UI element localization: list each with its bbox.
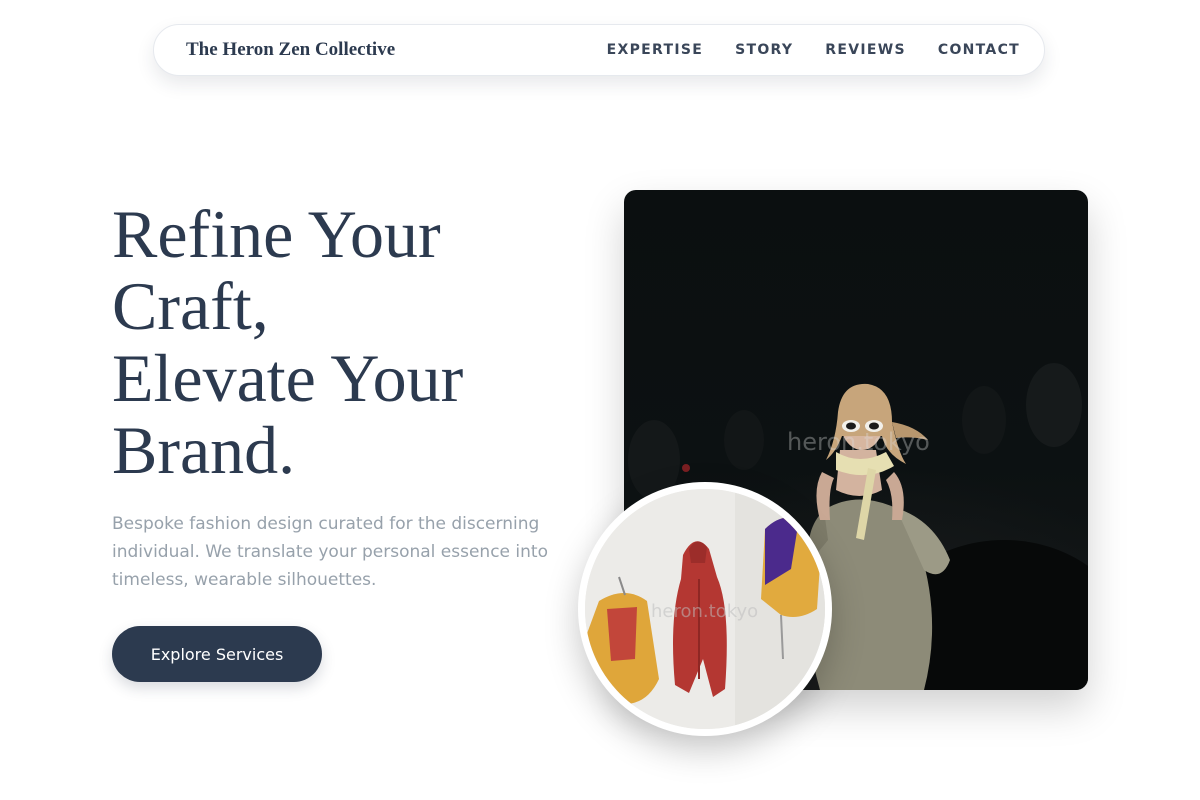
brand-name[interactable]: The Heron Zen Collective (186, 39, 395, 61)
explore-services-button[interactable]: Explore Services (112, 626, 322, 682)
hero-title-line: Refine Your (112, 196, 441, 272)
nav-link-contact[interactable]: CONTACT (938, 42, 1020, 58)
image-watermark: heron.tokyo (651, 601, 759, 622)
hero-title-line: Craft, (112, 268, 269, 344)
image-watermark: heron.tokyo (787, 428, 930, 456)
hero-title: Refine Your Craft, Elevate Your Brand. (112, 198, 582, 486)
hero-title-line: Elevate Your (112, 340, 464, 416)
hero-description: Bespoke fashion design curated for the d… (112, 514, 548, 590)
nav-links: EXPERTISE STORY REVIEWS CONTACT (575, 42, 1020, 58)
nav-link-story[interactable]: STORY (735, 42, 793, 58)
hero-title-line: Brand. (112, 412, 296, 488)
top-navigation: The Heron Zen Collective EXPERTISE STORY… (153, 24, 1045, 76)
nav-link-reviews[interactable]: REVIEWS (825, 42, 906, 58)
nav-link-expertise[interactable]: EXPERTISE (607, 42, 703, 58)
garments-photo: heron.tokyo (578, 482, 832, 736)
